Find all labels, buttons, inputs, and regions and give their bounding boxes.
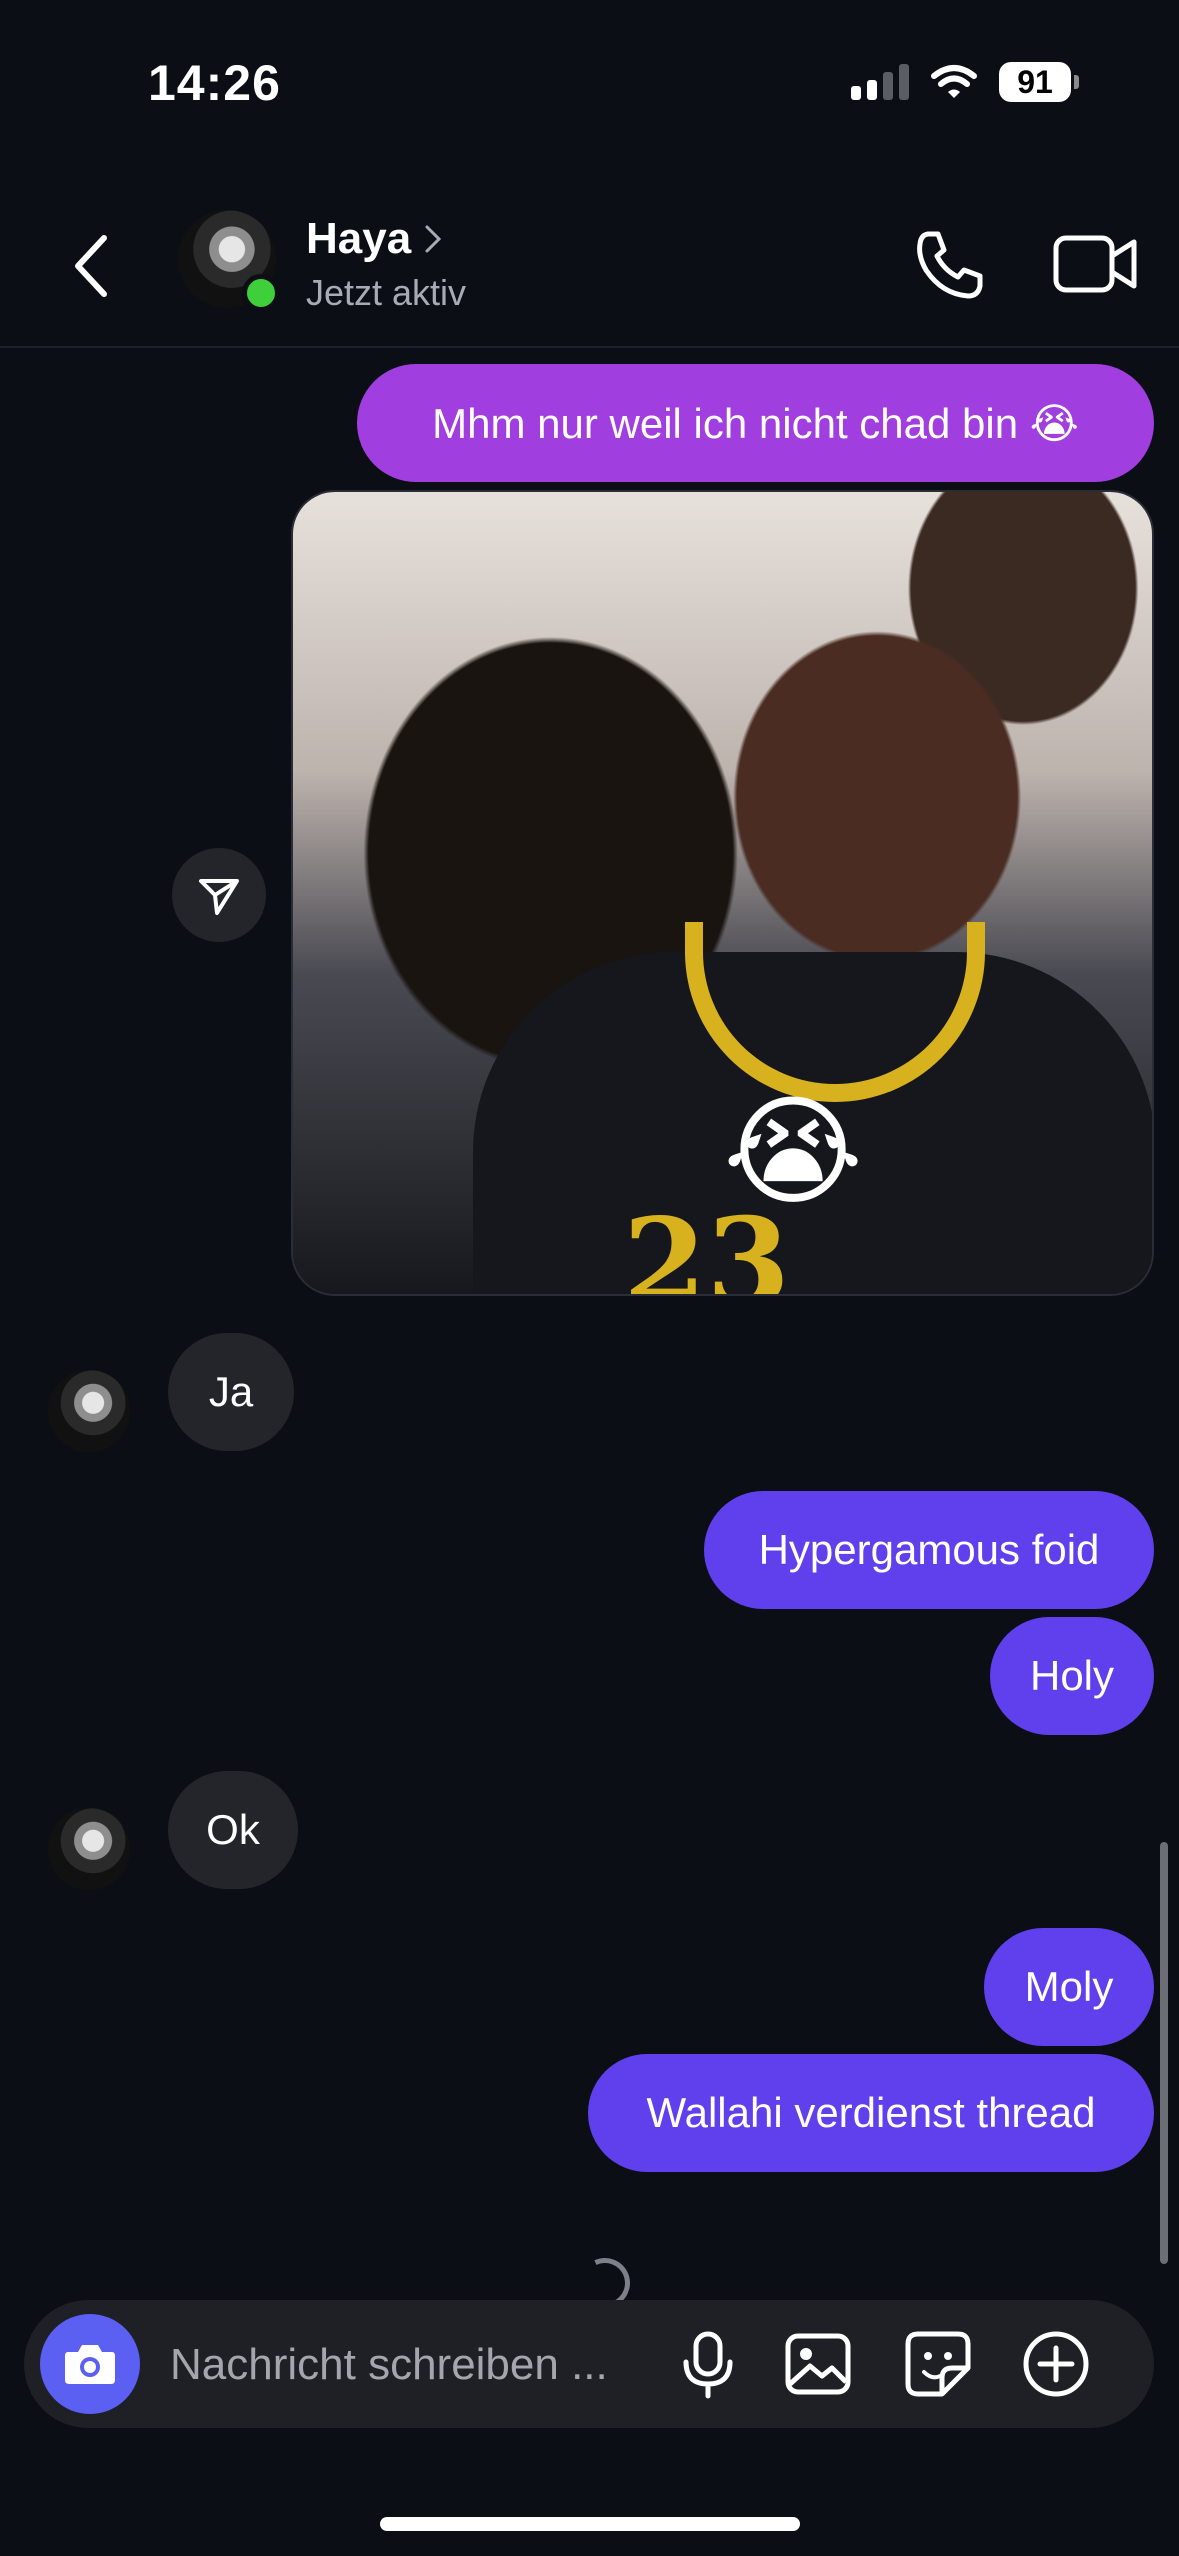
message-incoming[interactable]: Ok [168,1771,298,1889]
gallery-icon[interactable] [782,2328,854,2400]
wifi-icon [931,65,977,98]
message-outgoing[interactable]: Mhm nur weil ich nicht chad bin 😭 [357,364,1154,482]
battery-level: 91 [999,62,1071,102]
message-incoming[interactable]: Ja [168,1333,294,1451]
message-outgoing[interactable]: Moly [984,1928,1154,2046]
chevron-right-icon [425,225,442,253]
message-outgoing[interactable]: Wallahi verdienst thread [588,2054,1154,2172]
message-composer [24,2300,1154,2428]
send-icon [199,879,239,915]
message-outgoing[interactable]: Hypergamous foid [704,1491,1154,1609]
camera-icon [65,2345,115,2384]
sticker-icon[interactable] [902,2328,974,2400]
status-icons: 91 [851,62,1079,102]
gif-message[interactable]: 23 😭 [291,490,1154,1296]
message-outgoing[interactable]: Holy [990,1617,1154,1735]
share-button[interactable] [172,848,266,942]
contact-avatar[interactable] [178,210,280,312]
cellular-signal-icon [851,64,909,100]
camera-button[interactable] [40,2314,140,2414]
avatar[interactable] [48,1808,130,1890]
home-indicator[interactable] [380,2517,800,2531]
avatar[interactable] [48,1370,130,1452]
contact-name: Haya [306,214,412,263]
video-call-button[interactable] [1052,226,1138,302]
back-button[interactable] [62,226,122,306]
microphone-icon[interactable] [672,2328,744,2400]
contact-status: Jetzt aktiv [306,272,467,313]
add-icon[interactable] [1020,2328,1092,2400]
online-indicator [242,274,280,312]
scrollbar[interactable] [1160,1842,1168,2264]
battery-icon: 91 [999,62,1079,102]
chat-header: Haya Jetzt aktiv [0,196,1179,348]
status-time: 14:26 [148,55,281,111]
message-input[interactable] [168,2334,652,2396]
crying-emoji-icon: 😭 [723,1085,864,1219]
voice-call-button[interactable] [912,226,988,302]
contact-name-link[interactable]: Haya [306,214,443,264]
